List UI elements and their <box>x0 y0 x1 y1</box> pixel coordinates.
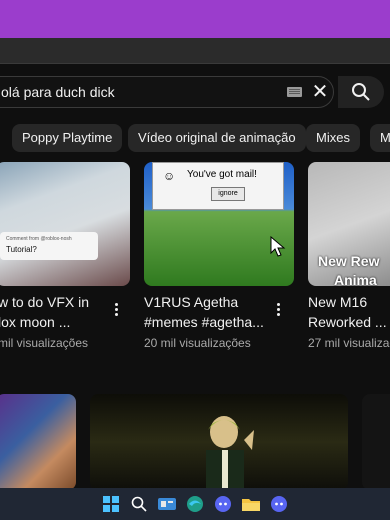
video-views-1: mil visualizações <box>0 336 89 350</box>
chip-mixes[interactable]: Mixes <box>306 124 360 152</box>
chip-poppy-playtime[interactable]: Poppy Playtime <box>12 124 123 152</box>
video-title-1-line1[interactable]: w to do VFX in <box>0 292 89 312</box>
windows-taskbar <box>0 488 390 520</box>
mail-dialog-text: You've got mail! <box>187 169 257 180</box>
video-views-2: 20 mil visualizações <box>144 336 251 350</box>
video-views-3: 27 mil visualizaç <box>308 336 390 350</box>
smiley-icon: ☺ <box>163 169 176 183</box>
video-title-1-line2[interactable]: lox moon ... <box>0 312 70 332</box>
discord-icon[interactable] <box>269 494 289 514</box>
anime-character-image <box>206 416 254 490</box>
discord-icon[interactable] <box>213 494 233 514</box>
search-query-text[interactable]: olá para duch dick <box>1 84 115 100</box>
mail-ignore-button: ignore <box>211 187 245 201</box>
video-thumbnail-4[interactable] <box>0 394 76 490</box>
clear-search-icon[interactable]: ✕ <box>311 82 329 102</box>
more-options-icon[interactable] <box>275 303 281 319</box>
edge-icon[interactable] <box>185 494 205 514</box>
chip-more[interactable]: M <box>370 124 390 152</box>
thumbnail-overlay-text: New Rew Anima <box>318 252 379 290</box>
overlay-line-2: Anima <box>334 272 377 288</box>
browser-toolbar <box>0 38 390 64</box>
video-thumbnail-6[interactable] <box>362 394 390 490</box>
search-input[interactable]: olá para duch dick ✕ <box>0 76 334 108</box>
video-title-3-line2[interactable]: Reworked ... <box>308 312 387 332</box>
overlay-line-1: New Rew <box>318 253 380 269</box>
video-thumbnail-1[interactable] <box>0 162 130 286</box>
file-explorer-icon[interactable] <box>241 494 261 514</box>
keyboard-icon[interactable] <box>287 87 302 97</box>
search-icon[interactable] <box>129 494 149 514</box>
chip-video-original[interactable]: Vídeo original de animação <box>128 124 306 152</box>
video-title-2-line1[interactable]: V1RUS Agetha <box>144 292 238 312</box>
filter-chips: Poppy Playtime Vídeo original de animaçã… <box>0 124 390 154</box>
more-options-icon[interactable] <box>113 303 119 319</box>
comment-card: Comment from @roblox-nosh Tutorial? <box>0 232 98 260</box>
search-button[interactable] <box>338 76 384 108</box>
mail-dialog-image: ☺ You've got mail! ignore <box>152 162 284 210</box>
desktop-background-band <box>0 0 390 38</box>
comment-card-author: Comment from @roblox-nosh <box>6 236 72 242</box>
search-icon <box>352 83 370 101</box>
video-title-3-line1[interactable]: New M16 <box>308 292 367 312</box>
video-title-2-line2[interactable]: #memes #agetha... <box>144 312 264 332</box>
widgets-icon[interactable] <box>157 494 177 514</box>
mouse-cursor-icon <box>270 236 286 257</box>
comment-card-text: Tutorial? <box>6 245 37 254</box>
windows-icon[interactable] <box>101 494 121 514</box>
